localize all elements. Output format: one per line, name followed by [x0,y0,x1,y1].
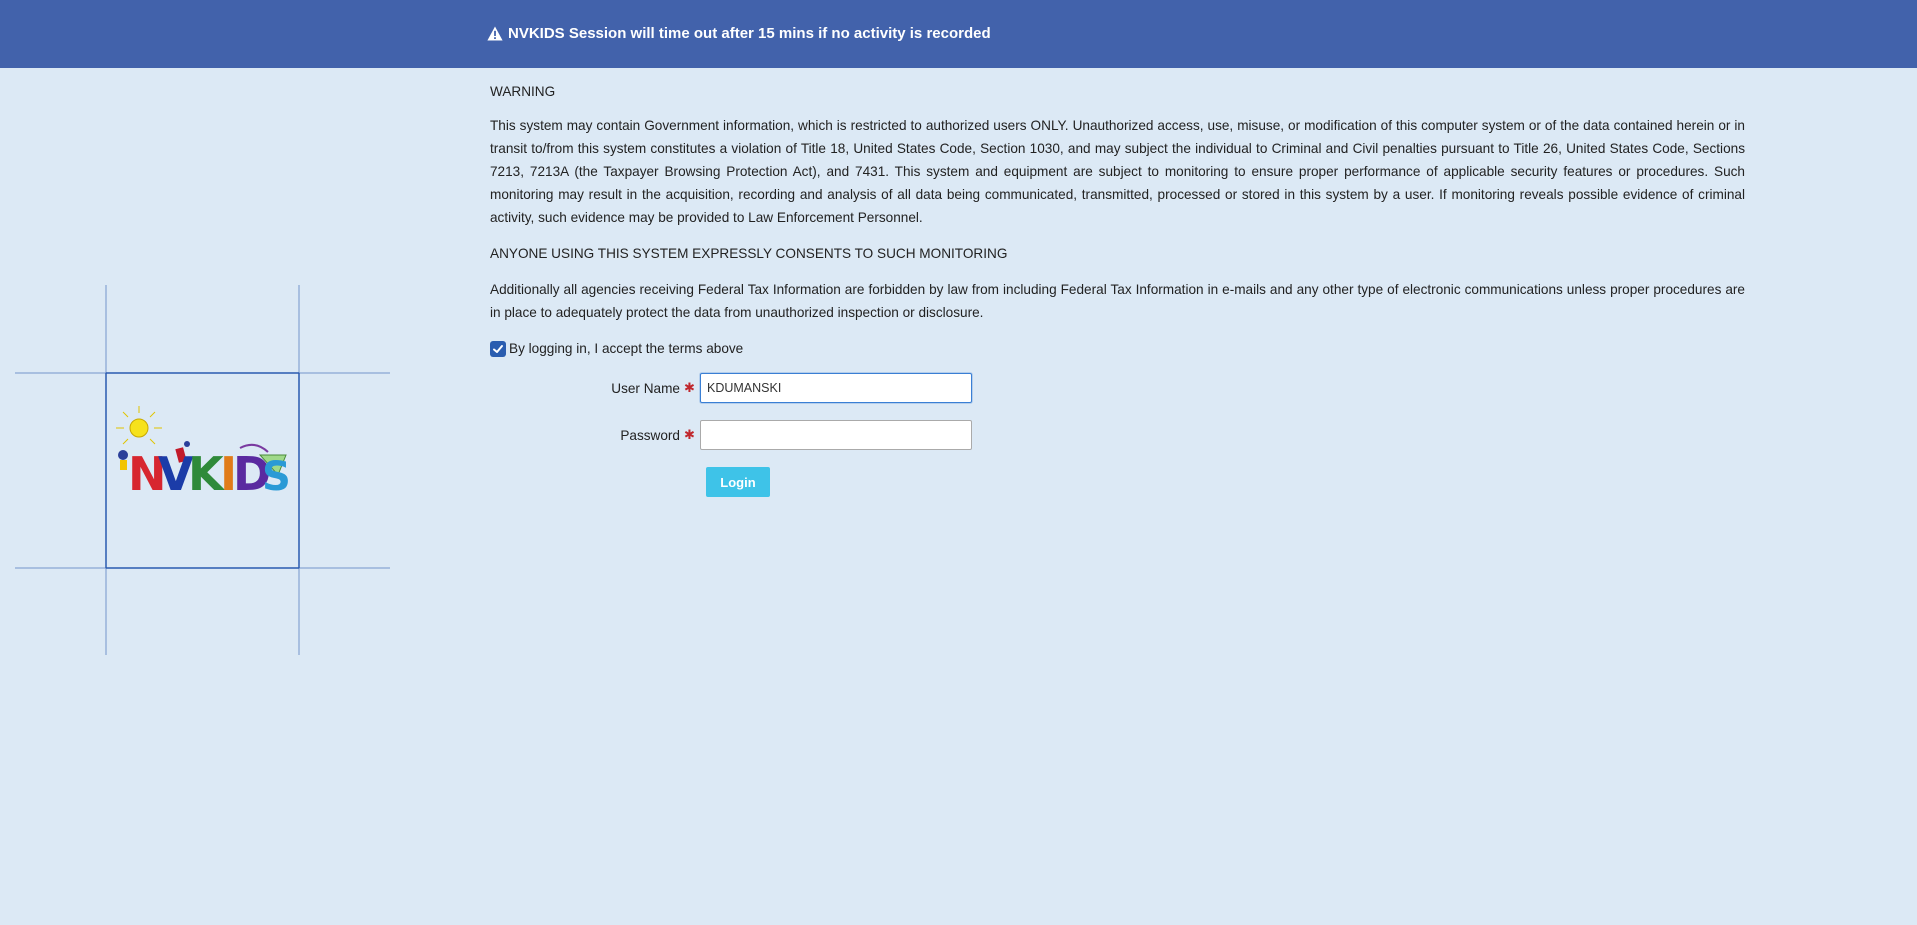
accept-terms-checkbox[interactable] [490,340,506,357]
consent-statement: ANYONE USING THIS SYSTEM EXPRESSLY CONSE… [490,246,1008,261]
nvkids-logo: N V K I D S [15,285,390,655]
sun-icon [116,406,162,445]
warning-paragraph: This system may contain Government infor… [490,118,1745,225]
required-marker: ✱ [684,380,695,395]
username-input[interactable]: KDUMANSKI [700,373,972,403]
warning-triangle-icon [487,26,503,41]
checkmark-icon [493,344,503,353]
logo-letter-s: S [262,454,291,500]
username-row: User Name ✱ KDUMANSKI [490,373,972,403]
username-label: User Name [611,380,680,396]
logo-area: N V K I D S [0,280,400,660]
password-row: Password ✱ [490,420,972,450]
session-timeout-banner: NVKIDS Session will time out after 15 mi… [0,0,1917,68]
accept-terms-row[interactable]: By logging in, I accept the terms above [490,337,1745,360]
banner-content: NVKIDS Session will time out after 15 mi… [487,25,991,42]
accept-terms-label[interactable]: By logging in, I accept the terms above [509,337,743,360]
banner-text: NVKIDS Session will time out after 15 mi… [508,25,991,42]
warning-heading: WARNING [490,84,556,99]
fti-paragraph: Additionally all agencies receiving Fede… [490,282,1745,320]
required-marker: ✱ [684,427,695,442]
password-input[interactable] [700,420,972,450]
terms-content: WARNING This system may contain Governme… [490,80,1745,360]
password-label: Password [620,427,680,443]
login-button[interactable]: Login [706,467,770,497]
